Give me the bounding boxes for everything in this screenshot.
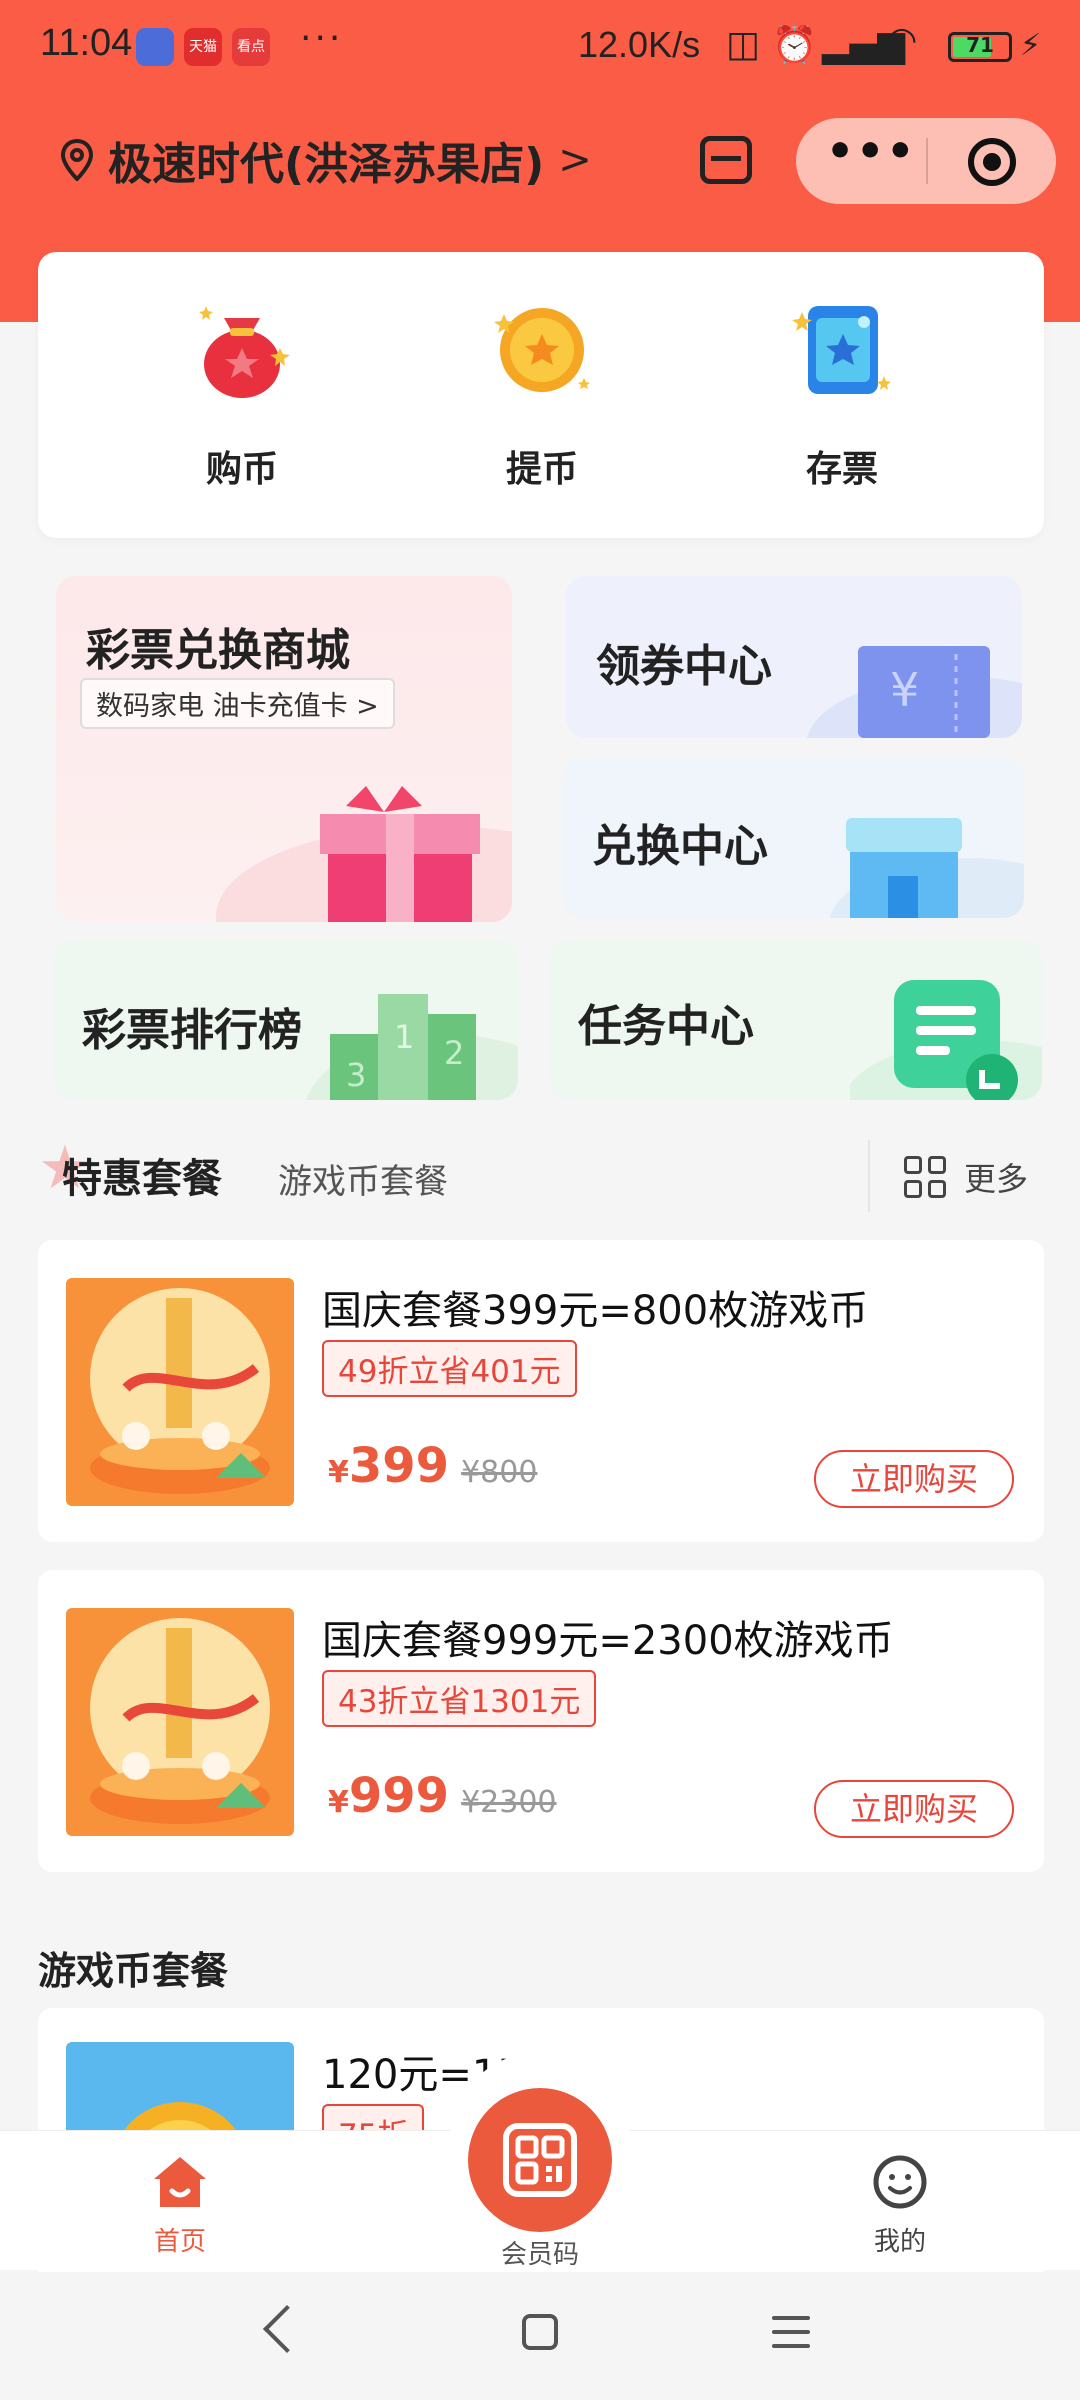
more-button[interactable]: 更多	[904, 1154, 1028, 1200]
mini-program-capsule: •••	[796, 118, 1056, 204]
withdraw-coins-action[interactable]: 提币	[422, 252, 662, 538]
withdraw-coins-label: 提币	[505, 449, 578, 490]
buy-now-button[interactable]: 立即购买	[814, 1780, 1014, 1838]
store-icon	[829, 818, 1024, 918]
tab-divider	[868, 1140, 870, 1212]
quick-actions-card: 购币 提币 存票	[38, 252, 1044, 538]
tab-home-label: 首页	[153, 2227, 206, 2257]
lottery-ranking-title: 彩票排行榜	[82, 1005, 302, 1056]
battery-level: 71	[966, 33, 994, 57]
back-icon[interactable]	[262, 2304, 312, 2354]
tab-special-packages[interactable]: 特惠套餐	[62, 1146, 222, 1204]
task-center-title: 任务中心	[578, 1001, 754, 1052]
deposit-tickets-label: 存票	[805, 449, 878, 490]
gold-coin-icon	[494, 308, 590, 392]
exchange-center-title: 兑换中心	[592, 821, 768, 872]
capsule-divider	[926, 138, 928, 184]
coupon-center-title: 领券中心	[596, 641, 772, 692]
store-name: 极速时代(洪泽苏果店)	[108, 139, 545, 190]
grid-icon	[904, 1156, 946, 1198]
package-title: 国庆套餐399元=800枚游戏币	[322, 1288, 869, 1334]
chevron-right-icon: >	[558, 137, 592, 183]
app-icon	[136, 28, 174, 66]
lottery-mall-subtitle: 数码家电 油卡充值卡 >	[80, 678, 395, 729]
tmall-icon: 天猫	[184, 28, 222, 66]
status-more: ···	[300, 18, 344, 59]
home-square-icon[interactable]	[522, 2314, 558, 2350]
battery-icon: 71	[948, 32, 1012, 62]
tab-home[interactable]: 首页	[80, 2153, 280, 2258]
tab-game-coin-packages[interactable]: 游戏币套餐	[278, 1154, 448, 1203]
buy-coins-action[interactable]: 购币	[122, 252, 362, 538]
sale-price: 999	[348, 1768, 450, 1824]
exchange-center-tile[interactable]: 兑换中心	[562, 758, 1024, 918]
package-card[interactable]: 国庆套餐399元=800枚游戏币 49折立省401元 ¥399 ¥800 立即购买	[38, 1240, 1044, 1542]
more-label: 更多	[964, 1160, 1029, 1198]
lottery-mall-title: 彩票兑换商城	[86, 625, 350, 676]
discount-badge: 43折立省1301元	[322, 1670, 597, 1727]
more-menu-button[interactable]: •••	[826, 126, 916, 177]
game-coin-section-title: 游戏币套餐	[38, 1949, 229, 1993]
coin-bag-icon	[199, 306, 290, 398]
sale-price: 399	[348, 1438, 450, 1494]
price-group: ¥399 ¥800	[328, 1438, 537, 1494]
alarm-icon: ⏰	[772, 25, 817, 66]
task-center-tile[interactable]: 任务中心	[550, 940, 1042, 1100]
svg-text:3: 3	[346, 1056, 366, 1094]
tab-mine[interactable]: 我的	[800, 2153, 1000, 2258]
qr-code-icon	[503, 2123, 577, 2197]
original-price: ¥800	[461, 1455, 538, 1490]
location-pin-icon	[60, 139, 94, 181]
buy-now-button[interactable]: 立即购买	[814, 1450, 1014, 1508]
coupon-icon: ¥	[807, 646, 1022, 738]
svg-text:2: 2	[444, 1034, 464, 1072]
currency-symbol: ¥	[328, 1785, 349, 1820]
lottery-mall-tile[interactable]: 彩票兑换商城 数码家电 油卡充值卡 >	[56, 576, 512, 922]
price-group: ¥999 ¥2300	[328, 1768, 557, 1824]
network-speed: 12.0K/s	[578, 24, 701, 65]
deposit-tickets-action[interactable]: 存票	[722, 252, 962, 538]
original-price: ¥2300	[461, 1785, 557, 1820]
svg-text:¥: ¥	[890, 663, 919, 717]
member-code-label: 会员码	[500, 2240, 579, 2270]
nfc-icon: ◫	[726, 24, 761, 65]
member-code-button[interactable]	[468, 2088, 612, 2232]
ticket-icon	[792, 306, 891, 394]
tab-mine-label: 我的	[873, 2227, 926, 2257]
svg-text:1: 1	[394, 1018, 414, 1056]
kandian-icon: 看点	[232, 28, 270, 66]
charging-icon: ⚡	[1020, 28, 1042, 63]
store-selector[interactable]: 极速时代(洪泽苏果店) >	[60, 128, 592, 192]
status-bar: 11:04 天猫 看点 ··· 12.0K/s ◫ ⏰ ▂▄▆ ◠ 71 ⚡	[0, 0, 1080, 96]
wifi-icon: ◠	[886, 20, 918, 61]
task-list-icon	[850, 980, 1042, 1100]
system-navigation-bar	[0, 2272, 1080, 2400]
discount-badge: 49折立省401元	[322, 1340, 577, 1397]
home-icon	[154, 2157, 206, 2207]
currency-symbol: ¥	[328, 1455, 349, 1490]
coupon-center-tile[interactable]: 领券中心 ¥	[566, 576, 1022, 738]
package-title: 国庆套餐999元=2300枚游戏币	[322, 1618, 894, 1664]
smiley-face-icon	[873, 2155, 927, 2209]
national-day-package-image	[66, 1608, 294, 1836]
gift-icon	[216, 786, 512, 922]
national-day-package-image	[66, 1278, 294, 1506]
lottery-ranking-tile[interactable]: 彩票排行榜 3 1 2	[54, 940, 518, 1100]
buy-coins-label: 购币	[205, 449, 278, 490]
close-target-icon[interactable]	[968, 138, 1016, 186]
scan-icon[interactable]	[700, 136, 752, 184]
status-time: 11:04	[40, 22, 133, 64]
menu-icon[interactable]	[772, 2316, 810, 2358]
podium-icon: 3 1 2	[306, 994, 518, 1100]
package-card[interactable]: 国庆套餐999元=2300枚游戏币 43折立省1301元 ¥999 ¥2300 立…	[38, 1570, 1044, 1872]
